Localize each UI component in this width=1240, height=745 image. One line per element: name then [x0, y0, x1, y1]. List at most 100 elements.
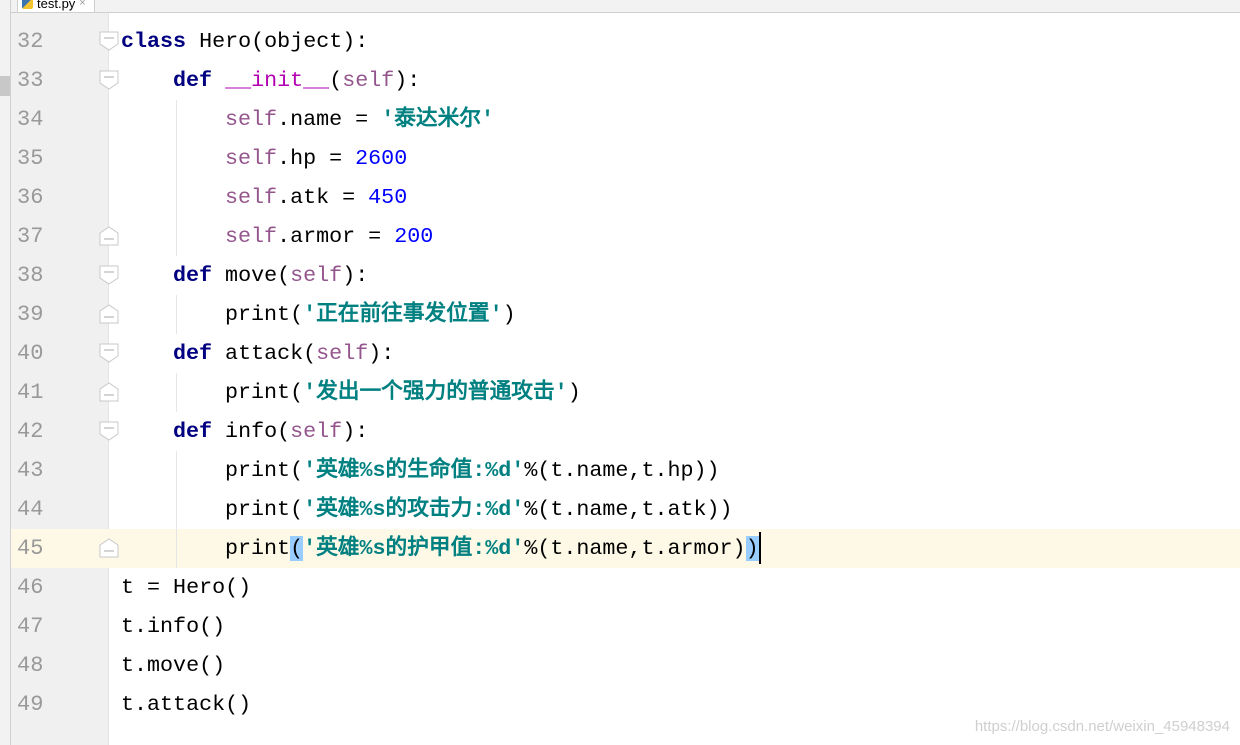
tab-filename: test.py	[37, 0, 76, 11]
code-token: )	[502, 302, 516, 327]
code-line[interactable]: 43 print('英雄%s的生命值:%d'%(t.name,t.hp))	[11, 451, 1240, 490]
code-token: move(	[212, 263, 291, 288]
fold-collapse-icon[interactable]	[99, 265, 119, 285]
code-text: print('发出一个强力的普通攻击')	[225, 373, 581, 412]
code-line[interactable]: 41 print('发出一个强力的普通攻击')	[11, 373, 1240, 412]
code-token: self	[290, 263, 343, 288]
code-text: t.attack()	[121, 685, 251, 724]
code-text: print('英雄%s的生命值:%d'%(t.name,t.hp))	[225, 451, 720, 490]
code-line[interactable]: 37 self.armor = 200	[11, 217, 1240, 256]
code-token: .name =	[277, 107, 382, 132]
code-token: info(	[212, 419, 291, 444]
code-token: .atk =	[277, 185, 369, 210]
fold-collapse-icon[interactable]	[99, 70, 119, 90]
indent-guide	[176, 217, 177, 256]
indent-guide	[176, 295, 177, 334]
code-text: self.hp = 2600	[225, 139, 407, 178]
code-token: .hp =	[277, 146, 356, 171]
code-token: self	[316, 341, 369, 366]
code-token: t.attack()	[121, 692, 252, 717]
code-token: '英雄%s的生命值:%d'	[303, 458, 525, 483]
code-line[interactable]: 32 class Hero(object):	[11, 22, 1240, 61]
code-token: def	[173, 419, 213, 444]
code-line[interactable]: 44 print('英雄%s的攻击力:%d'%(t.name,t.atk))	[11, 490, 1240, 529]
line-number: 35	[17, 146, 44, 171]
code-token: print(	[225, 458, 304, 483]
code-text: def __init__(self):	[173, 61, 420, 100]
fold-collapse-icon[interactable]	[99, 31, 119, 51]
code-line[interactable]: 48 t.move()	[11, 646, 1240, 685]
code-line[interactable]: 35 self.hp = 2600	[11, 139, 1240, 178]
code-line[interactable]: 47 t.info()	[11, 607, 1240, 646]
code-token: .armor =	[277, 224, 395, 249]
code-line[interactable]: 45 print('英雄%s的护甲值:%d'%(t.name,t.armor))	[11, 529, 1240, 568]
line-number: 36	[17, 185, 44, 210]
code-token: ):	[394, 68, 421, 93]
code-token: print(	[225, 380, 304, 405]
code-token: self	[225, 224, 278, 249]
line-number: 32	[17, 29, 44, 54]
code-token: print(	[225, 497, 304, 522]
fold-collapse-icon[interactable]	[99, 343, 119, 363]
code-text: t.info()	[121, 607, 225, 646]
code-token: t.info()	[121, 614, 226, 639]
code-line[interactable]: 46 t = Hero()	[11, 568, 1240, 607]
indent-guide	[176, 100, 177, 139]
code-token: '发出一个强力的普通攻击'	[303, 380, 568, 405]
indent-guide	[176, 373, 177, 412]
text-caret	[758, 532, 761, 565]
code-token: print(	[225, 302, 304, 327]
indent-guide	[176, 139, 177, 178]
code-token: 200	[394, 224, 434, 249]
fold-end-icon[interactable]	[99, 226, 119, 246]
code-line[interactable]: 33 def __init__(self):	[11, 61, 1240, 100]
code-line[interactable]: 40 def attack(self):	[11, 334, 1240, 373]
code-token: def	[173, 68, 213, 93]
close-icon[interactable]: ×	[79, 0, 85, 9]
code-text: t.move()	[121, 646, 225, 685]
code-line[interactable]: 38 def move(self):	[11, 256, 1240, 295]
code-token: ):	[368, 341, 395, 366]
code-token: '泰达米尔'	[381, 107, 494, 132]
code-token: t = Hero()	[121, 575, 252, 600]
line-number: 48	[17, 653, 44, 678]
code-text: self.armor = 200	[225, 217, 433, 256]
code-token: %(t.name,t.hp))	[524, 458, 720, 483]
code-line[interactable]: 39 print('正在前往事发位置')	[11, 295, 1240, 334]
code-text: class Hero(object):	[121, 22, 368, 61]
line-number: 38	[17, 263, 44, 288]
code-token: %(t.name,t.atk))	[524, 497, 733, 522]
line-number: 46	[17, 575, 44, 600]
code-token: self	[225, 185, 278, 210]
code-editor[interactable]: 32 class Hero(object): 33 def __init__(self…	[11, 22, 1240, 724]
code-token: def	[173, 341, 213, 366]
code-token: )	[745, 536, 759, 561]
line-number: 39	[17, 302, 44, 327]
fold-end-icon[interactable]	[99, 382, 119, 402]
indent-guide	[176, 451, 177, 490]
fold-end-icon[interactable]	[99, 304, 119, 324]
line-number: 40	[17, 341, 44, 366]
left-tool-strip	[0, 0, 11, 745]
fold-end-icon[interactable]	[99, 538, 119, 558]
line-number: 34	[17, 107, 44, 132]
code-token: self	[225, 107, 278, 132]
fold-collapse-icon[interactable]	[99, 421, 119, 441]
code-text: print('英雄%s的护甲值:%d'%(t.name,t.armor))	[225, 529, 761, 568]
code-line[interactable]: 36 self.atk = 450	[11, 178, 1240, 217]
code-token: def	[173, 263, 213, 288]
line-number: 43	[17, 458, 44, 483]
tab-test-py[interactable]: test.py ×	[17, 0, 95, 12]
code-token: self	[342, 68, 395, 93]
line-number: 47	[17, 614, 44, 639]
code-token: attack(	[212, 341, 317, 366]
line-number: 44	[17, 497, 44, 522]
code-line[interactable]: 34 self.name = '泰达米尔'	[11, 100, 1240, 139]
indent-guide	[176, 490, 177, 529]
code-line[interactable]: 42 def info(self):	[11, 412, 1240, 451]
code-token: '英雄%s的攻击力:%d'	[303, 497, 525, 522]
code-token: Hero(object):	[186, 29, 369, 54]
code-token: __init__	[225, 68, 330, 93]
code-text: t = Hero()	[121, 568, 251, 607]
